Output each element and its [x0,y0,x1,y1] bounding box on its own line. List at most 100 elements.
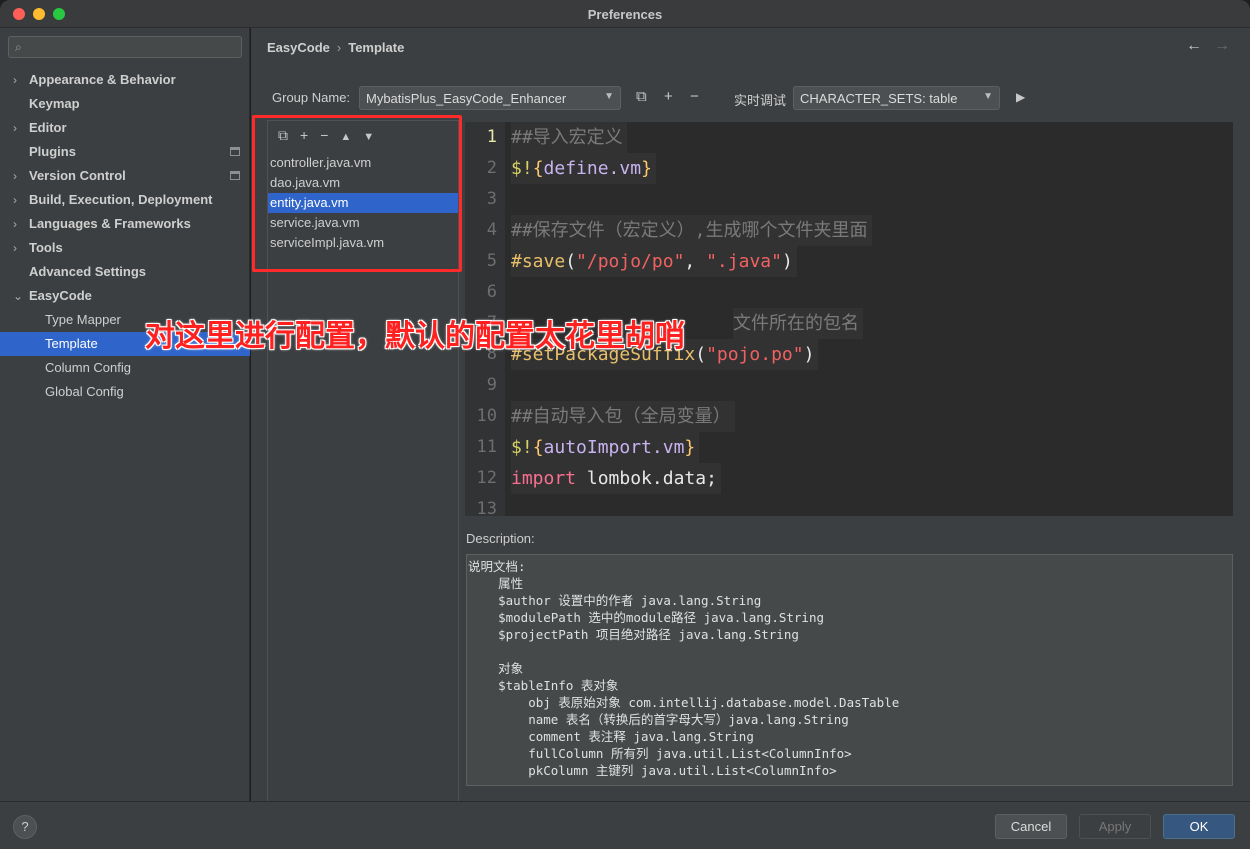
description-line: 属性 [468,576,524,591]
sidebar-item-appearance-behavior[interactable]: › Appearance & Behavior [0,68,250,92]
description-line: fullColumn 所有列 java.util.List<ColumnInfo… [468,746,852,761]
description-line: $tableInfo 表对象 [468,678,619,693]
sidebar-item-version-control[interactable]: › Version Control [0,164,250,188]
remove-group-icon[interactable]: − [690,88,699,105]
line-number: 1 [486,127,497,147]
help-button[interactable]: ? [13,815,37,839]
sidebar-item-label: Template [45,336,98,351]
chevron-right-icon[interactable]: › [13,236,17,260]
back-arrow-icon[interactable]: ← [1186,37,1202,54]
dialog-footer: ? Cancel Apply OK [0,801,1250,849]
code-line: 12 import lombok.data; [465,463,1233,494]
chevron-right-icon[interactable]: › [13,116,17,140]
forward-arrow-icon[interactable]: → [1214,37,1230,54]
settings-content: EasyCode › Template ← → Group Name: Mybatis… [251,28,1250,814]
code-line: 10 ##自动导入包（全局变量） [465,401,1233,432]
sidebar-item-editor[interactable]: › Editor [0,116,250,140]
description-text-area[interactable]: 说明文档: 属性 $author 设置中的作者 java.lang.String… [466,554,1233,786]
sidebar-item-advanced-settings[interactable]: Advanced Settings [0,260,250,284]
group-name-select[interactable]: MybatisPlus_EasyCode_Enhancer ▼ [359,86,621,110]
chevron-right-icon[interactable]: › [13,68,17,92]
chevron-right-icon[interactable]: › [13,164,17,188]
project-settings-icon [230,147,240,156]
description-line: $author 设置中的作者 java.lang.String [468,593,762,608]
sidebar-item-easycode[interactable]: ⌄ EasyCode [0,284,250,308]
code-text: #save("/pojo/po", ".java") [511,246,797,277]
charset-value: CHARACTER_SETS: table [800,91,958,106]
breadcrumb-item: Template [348,40,405,55]
breadcrumb-separator: › [336,40,342,55]
code-text: import lombok.data; [511,463,721,494]
description-line: $modulePath 选中的module路径 java.lang.String [468,610,824,625]
description-line: 对象 [468,661,524,676]
description-label: Description: [466,531,535,546]
code-line: 3 [465,184,1233,215]
add-group-icon[interactable]: + [664,88,673,105]
code-text: $!{define.vm} [511,153,656,184]
annotation-highlight-box [252,115,462,272]
description-line: 说明文档: [468,559,526,574]
code-line: 4 ##保存文件（宏定义）,生成哪个文件夹里面 [465,215,1233,246]
settings-search-input[interactable]: ⌕ [8,36,242,58]
line-number: 11 [476,437,497,457]
line-number: 13 [476,499,497,516]
description-line: name 表名（转换后的首字母大写）java.lang.String [468,712,849,727]
code-text: ##导入宏定义 [511,122,627,153]
code-text: ##自动导入包（全局变量） [511,401,735,432]
chevron-down-icon[interactable]: ⌄ [13,284,23,308]
sidebar-item-plugins[interactable]: Plugins [0,140,250,164]
sidebar-item-build-execution-deployment[interactable]: › Build, Execution, Deployment [0,188,250,212]
copy-group-icon[interactable]: ⧉ [636,88,647,105]
line-number: 9 [486,375,497,395]
dropdown-arrow-icon: ▼ [983,91,993,102]
line-number: 6 [486,282,497,302]
code-text: $!{autoImport.vm} [511,432,700,463]
group-name-label: Group Name: [272,90,351,105]
chevron-right-icon[interactable]: › [13,212,17,236]
line-number: 12 [476,468,497,488]
breadcrumb-item: EasyCode [267,40,330,55]
sidebar-item-label: Build, Execution, Deployment [29,192,213,207]
sidebar-item-column-config[interactable]: Column Config [0,356,250,380]
history-navigation: ← → [1174,37,1230,55]
code-line: 13 [465,494,1233,516]
sidebar-item-label: Column Config [45,360,131,375]
code-line: 2 $!{define.vm} [465,153,1233,184]
sidebar-item-label: Languages & Frameworks [29,216,191,231]
chevron-right-icon[interactable]: › [13,188,17,212]
title-bar: Preferences [0,0,1250,28]
sidebar-item-label: Tools [29,240,63,255]
group-row: Group Name: MybatisPlus_EasyCode_Enhance… [272,86,1052,110]
description-line: comment 表注释 java.lang.String [468,729,754,744]
sidebar-item-label: Global Config [45,384,124,399]
group-name-value: MybatisPlus_EasyCode_Enhancer [366,91,567,106]
cancel-button[interactable]: Cancel [995,814,1067,839]
description-line [468,643,1231,660]
sidebar-item-keymap[interactable]: Keymap [0,92,250,116]
code-line: 5 #save("/pojo/po", ".java") [465,246,1233,277]
sidebar-item-global-config[interactable]: Global Config [0,380,250,404]
dropdown-arrow-icon: ▼ [604,91,614,102]
sidebar-item-languages-frameworks[interactable]: › Languages & Frameworks [0,212,250,236]
apply-button[interactable]: Apply [1079,814,1151,839]
line-number: 10 [476,406,497,426]
breadcrumb: EasyCode › Template [267,40,404,55]
charset-select[interactable]: CHARACTER_SETS: table ▼ [793,86,1000,110]
window-title: Preferences [587,7,663,22]
line-number: 5 [486,251,497,271]
annotation-text: 对这里进行配置，默认的配置太花里胡哨 [145,319,685,354]
description-line: pkColumn 主键列 java.util.List<ColumnInfo> [468,763,837,778]
ok-button[interactable]: OK [1163,814,1235,839]
line-number: 4 [486,220,497,240]
run-debug-icon[interactable]: ▶ [1016,90,1025,104]
realtime-debug-label: 实时调试 [734,93,787,108]
line-number: 2 [486,158,497,178]
sidebar-item-label: Editor [29,120,67,135]
sidebar-item-label: Type Mapper [45,312,121,327]
code-text: ##保存文件（宏定义）,生成哪个文件夹里面 [511,215,872,246]
sidebar-item-label: Version Control [29,168,126,183]
line-number: 3 [486,189,497,209]
description-line: obj 表原始对象 com.intellij.database.model.Da… [468,695,900,710]
sidebar-item-tools[interactable]: › Tools [0,236,250,260]
code-line: 9 [465,370,1233,401]
